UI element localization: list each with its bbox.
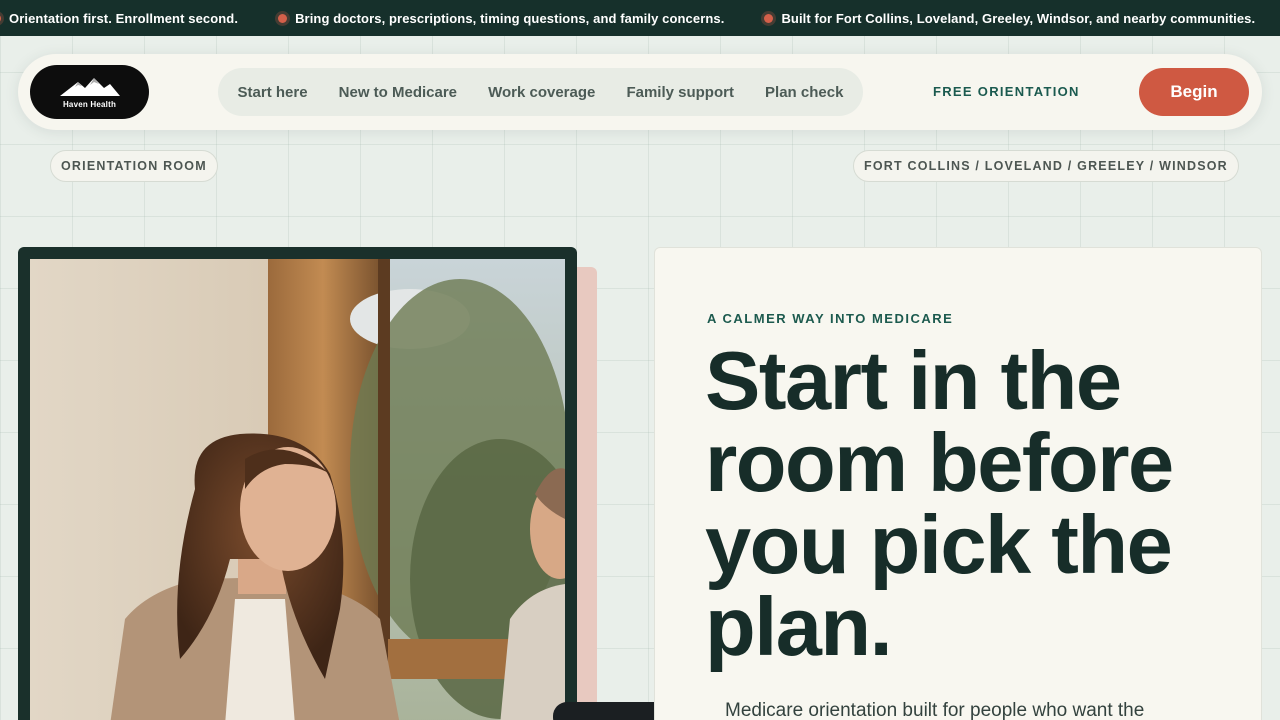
- locations-tag: FORT COLLINS / LOVELAND / GREELEY / WIND…: [853, 150, 1239, 182]
- free-orientation-link[interactable]: FREE ORIENTATION: [933, 84, 1080, 99]
- hero-photo-frame: [18, 247, 577, 720]
- hero-eyebrow: A CALMER WAY INTO MEDICARE: [707, 311, 954, 326]
- ticker-track: Orientation first. Enrollment second. Br…: [0, 0, 1280, 36]
- nav-family-support[interactable]: Family support: [626, 84, 734, 101]
- bullet-dot-icon: [764, 13, 774, 23]
- bullet-dot-icon: [278, 13, 288, 23]
- hero-lede: Medicare orientation built for people wh…: [725, 700, 1145, 720]
- nav-work-coverage[interactable]: Work coverage: [488, 84, 595, 101]
- nav-start-here[interactable]: Start here: [238, 84, 308, 101]
- ticker-text: Orientation first. Enrollment second.: [9, 10, 239, 26]
- mountain-logo-icon: [59, 77, 120, 96]
- begin-button[interactable]: Begin: [1139, 68, 1249, 116]
- nav-plan-check[interactable]: Plan check: [765, 84, 843, 101]
- logo[interactable]: Haven Health: [30, 65, 149, 119]
- nav-new-to-medicare[interactable]: New to Medicare: [339, 84, 457, 101]
- logo-text: Haven Health: [62, 99, 117, 109]
- announcement-ticker: Orientation first. Enrollment second. Br…: [0, 0, 1280, 36]
- consultation-photo-illustration: [30, 259, 565, 720]
- orientation-room-tag: ORIENTATION ROOM: [50, 150, 218, 182]
- main-nav: Start here New to Medicare Work coverage…: [218, 68, 863, 116]
- hero-card: A CALMER WAY INTO MEDICARE Start in the …: [654, 247, 1262, 720]
- hero-photo: [30, 259, 565, 720]
- ticker-item: Orientation first. Enrollment second.: [0, 11, 238, 26]
- hero-headline: Start in the room before you pick the pl…: [705, 334, 1174, 673]
- bullet-dot-icon: [0, 13, 1, 23]
- ticker-item: Built for Fort Collins, Loveland, Greele…: [764, 11, 1255, 26]
- ticker-text: Built for Fort Collins, Loveland, Greele…: [781, 10, 1256, 26]
- ticker-item: Bring doctors, prescriptions, timing que…: [278, 11, 724, 26]
- site-header: Haven Health Start here New to Medicare …: [18, 54, 1262, 130]
- ticker-text: Bring doctors, prescriptions, timing que…: [295, 10, 725, 26]
